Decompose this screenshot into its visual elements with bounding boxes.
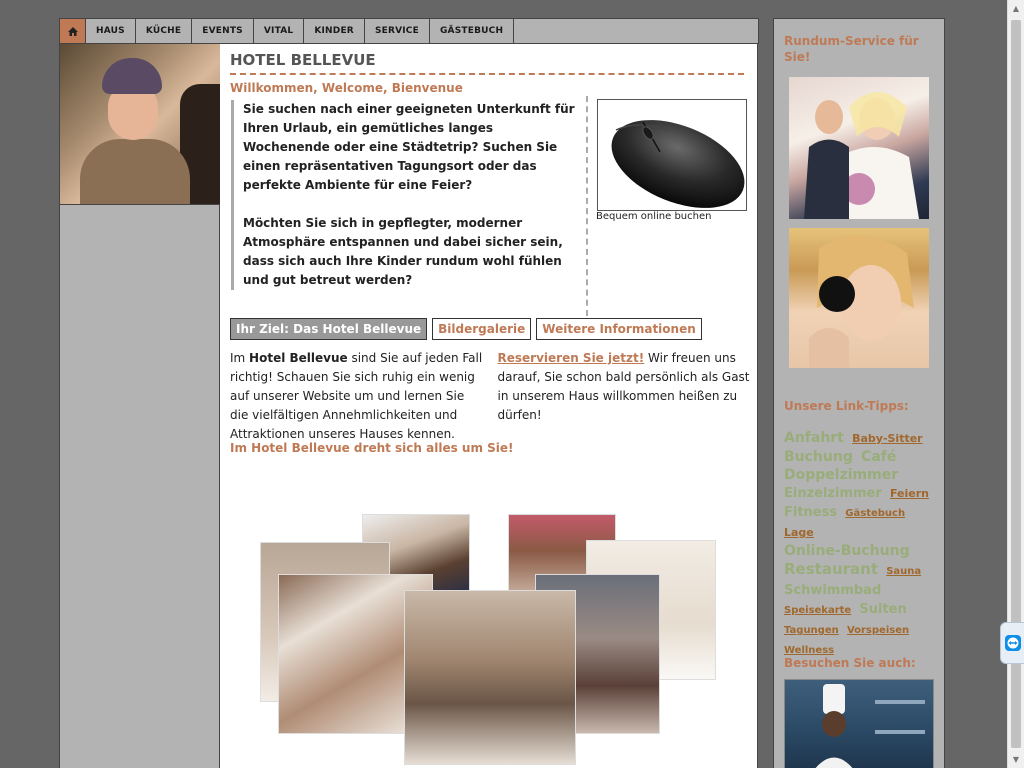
slogan: Im Hotel Bellevue dreht sich alles um Si… <box>230 441 514 455</box>
tag-schwimmbad[interactable]: Schwimmbad <box>784 583 881 598</box>
mirror-woman-photo[interactable] <box>789 228 929 368</box>
tab-bildergalerie[interactable]: Bildergalerie <box>432 318 532 340</box>
nav-item-vital[interactable]: VITAL <box>254 19 305 43</box>
tag-restaurant[interactable]: Restaurant <box>784 560 878 578</box>
main-nav: HAUS KÜCHE EVENTS VITAL KINDER SERVICE G… <box>59 18 759 44</box>
header-photo-woman <box>60 44 220 205</box>
woman-face-icon <box>809 236 914 368</box>
intro-paragraph-2: Möchten Sie sich in gepflegter, moderner… <box>243 216 563 287</box>
chef-photo[interactable] <box>784 679 934 768</box>
tag-einzelzimmer[interactable]: Einzelzimmer <box>784 486 882 501</box>
visit-heading: Besuchen Sie auch: <box>784 656 916 670</box>
link-tips-heading: Unsere Link-Tipps: <box>784 399 909 413</box>
tag-buchung[interactable]: Buchung <box>784 449 853 465</box>
body-hotel-name: Hotel Bellevue <box>249 351 348 365</box>
tag-baby-sitter[interactable]: Baby-Sitter <box>852 432 923 445</box>
nav-item-service[interactable]: SERVICE <box>365 19 430 43</box>
teamviewer-tab[interactable] <box>1000 622 1024 664</box>
welcome-heading: Willkommen, Welcome, Bienvenue <box>230 81 463 95</box>
tag-gaestebuch[interactable]: Gästebuch <box>845 508 905 519</box>
tag-cloud: Anfahrt Baby-Sitter Buchung Café Doppelz… <box>784 429 939 660</box>
tab-ihr-ziel[interactable]: Ihr Ziel: Das Hotel Bellevue <box>230 318 428 340</box>
right-sidebar: Rundum-Service für Sie! Unsere Link-Tipp… <box>773 18 945 768</box>
tab-weitere-informationen[interactable]: Weitere Informationen <box>536 318 702 340</box>
service-heading: Rundum-Service für Sie! <box>784 34 919 64</box>
booking-caption[interactable]: Bequem online buchen <box>596 211 711 222</box>
page-wrapper: HAUS KÜCHE EVENTS VITAL KINDER SERVICE G… <box>59 18 759 768</box>
bride-figure-icon <box>804 92 919 219</box>
nav-item-haus[interactable]: HAUS <box>86 19 136 43</box>
tag-tagungen[interactable]: Tagungen <box>784 625 839 636</box>
tag-fitness[interactable]: Fitness <box>784 505 837 520</box>
dashed-divider <box>586 96 588 316</box>
intro-paragraph-1: Sie suchen nach einer geeigneten Unterku… <box>243 102 575 192</box>
content-tabs: Ihr Ziel: Das Hotel Bellevue Bildergaler… <box>230 318 702 340</box>
tag-vorspeisen[interactable]: Vorspeisen <box>847 625 909 636</box>
main-content: HOTEL BELLEVUE Willkommen, Welcome, Bien… <box>220 44 758 768</box>
tag-suiten[interactable]: Suiten <box>859 602 906 617</box>
body-text: Im Hotel Bellevue sind Sie auf jeden Fal… <box>230 349 750 444</box>
tag-speisekarte[interactable]: Speisekarte <box>784 605 851 616</box>
booking-mouse-image[interactable] <box>597 99 747 211</box>
computer-mouse-icon <box>611 120 745 208</box>
tag-wellness[interactable]: Wellness <box>784 645 834 656</box>
left-column <box>59 44 220 768</box>
page-title: HOTEL BELLEVUE <box>230 51 744 75</box>
scroll-up-icon[interactable]: ▲ <box>1008 0 1024 17</box>
home-icon <box>67 26 78 36</box>
nav-item-kinder[interactable]: KINDER <box>304 19 365 43</box>
tag-online-buchung[interactable]: Online-Buchung <box>784 543 910 559</box>
tag-feiern[interactable]: Feiern <box>890 487 929 500</box>
nav-item-events[interactable]: EVENTS <box>192 19 254 43</box>
nav-home[interactable] <box>60 19 86 43</box>
wedding-photo[interactable] <box>789 77 929 219</box>
nav-item-kueche[interactable]: KÜCHE <box>136 19 193 43</box>
tag-cafe[interactable]: Café <box>861 449 896 465</box>
chef-figure-icon <box>815 684 925 768</box>
reserve-link[interactable]: Reservieren Sie jetzt! <box>498 351 645 365</box>
body-text-part-1: Im <box>230 351 250 365</box>
tag-doppelzimmer[interactable]: Doppelzimmer <box>784 467 898 483</box>
intro-text: Sie suchen nach einer geeigneten Unterku… <box>231 100 576 290</box>
tag-sauna[interactable]: Sauna <box>886 566 921 577</box>
photo-collage <box>260 514 730 768</box>
scroll-down-icon[interactable]: ▼ <box>1008 751 1024 768</box>
collage-photo-living-room <box>404 590 576 765</box>
nav-item-gaestebuch[interactable]: GÄSTEBUCH <box>430 19 515 43</box>
teamviewer-icon <box>1004 635 1021 651</box>
tag-anfahrt[interactable]: Anfahrt <box>784 430 844 446</box>
tag-lage[interactable]: Lage <box>784 526 814 539</box>
